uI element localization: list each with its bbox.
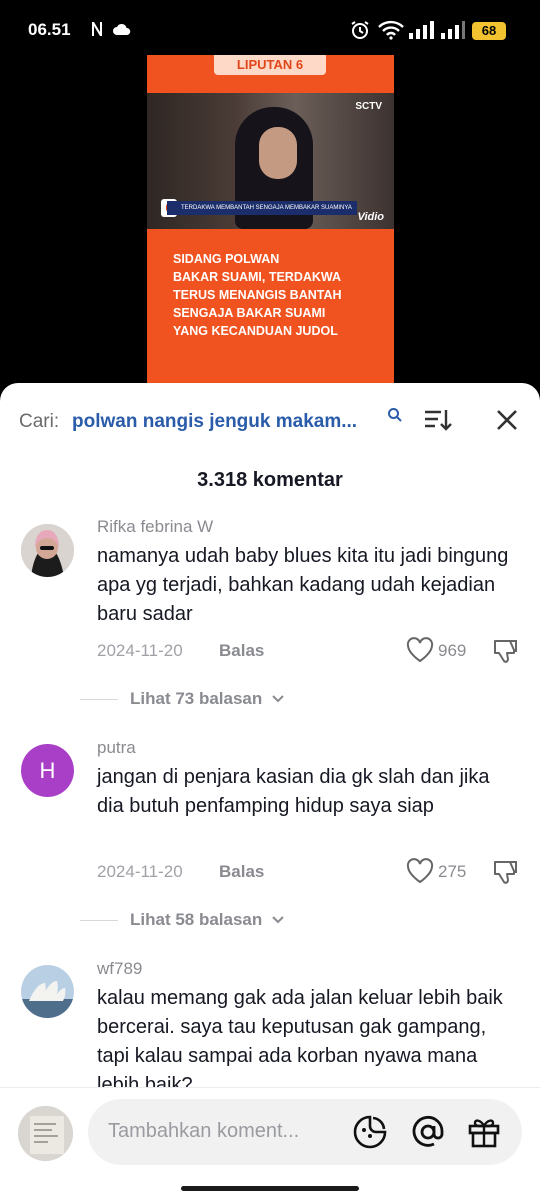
search-prefix: Cari:	[19, 411, 60, 432]
comment-sheet: Cari: polwan nangis jenguk makam... 3.31…	[0, 383, 540, 1200]
video-top-banner: LIPUTAN 6	[147, 55, 394, 93]
comment-input-placeholder: Tambahkan koment...	[108, 1120, 300, 1142]
close-icon[interactable]	[494, 407, 520, 438]
comment-item: Rifka febrina W namanya udah baby blues …	[0, 517, 540, 717]
comment-count: 3.318 komentar	[197, 469, 343, 491]
avatar[interactable]	[21, 965, 74, 1018]
mention-icon[interactable]	[410, 1114, 446, 1155]
comment-date: 2024-11-20	[97, 641, 183, 660]
comment-username[interactable]: putra	[97, 738, 136, 758]
status-time: 06.51	[28, 20, 71, 39]
battery-indicator: 68	[472, 22, 506, 40]
status-bar: 06.51 68	[0, 0, 540, 60]
search-query-link[interactable]: polwan nangis jenguk makam...	[72, 411, 388, 433]
signal-2-icon	[440, 20, 466, 45]
comment-composer: Tambahkan koment...	[0, 1087, 540, 1200]
comment-text: kalau memang gak ada jalan keluar lebih …	[97, 987, 503, 1096]
news-ticker: TERDAKWA MEMBANTAH SENGAJA MEMBAKAR SUAM…	[167, 201, 357, 215]
n-notification-icon	[90, 20, 104, 43]
view-replies-button[interactable]: Lihat 58 balasan	[80, 910, 285, 930]
home-indicator[interactable]	[181, 1186, 359, 1191]
comment-text: jangan di penjara kasian dia gk slah dan…	[97, 766, 490, 817]
comment-item: H putra jangan di penjara kasian dia gk …	[0, 738, 540, 938]
chevron-down-icon	[272, 916, 284, 924]
search-row: Cari: polwan nangis jenguk makam...	[0, 383, 540, 457]
video-headline: SIDANG POLWAN BAKAR SUAMI, TERDAKWA TERU…	[173, 252, 342, 338]
cloud-icon	[112, 22, 132, 41]
my-avatar[interactable]	[18, 1106, 73, 1161]
view-replies-label: Lihat 73 balasan	[130, 689, 263, 708]
emoji-icon[interactable]	[352, 1114, 388, 1155]
reply-button[interactable]: Balas	[219, 862, 264, 882]
vidio-watermark: Vidio	[357, 211, 384, 223]
signal-icon	[408, 20, 436, 45]
reply-button[interactable]: Balas	[219, 641, 264, 661]
sort-icon[interactable]	[423, 407, 453, 438]
comment-text: namanya udah baby blues kita itu jadi bi…	[97, 545, 509, 625]
view-replies-button[interactable]: Lihat 73 balasan	[80, 689, 285, 709]
screen: 06.51 68 LIPUTAN 6 SCTV 6 TERDA	[0, 0, 540, 1200]
liputan6-logo: LIPUTAN 6	[214, 55, 326, 75]
comment-username[interactable]: wf789	[97, 959, 142, 979]
heart-icon[interactable]	[406, 637, 434, 668]
replies-divider	[80, 699, 118, 701]
comment-item: wf789 kalau memang gak ada jalan keluar …	[0, 959, 540, 1096]
person-face	[259, 127, 297, 179]
video-photo: SCTV 6 TERDAKWA MEMBANTAH SENGAJA MEMBAK…	[147, 93, 394, 229]
video-thumbnail[interactable]: LIPUTAN 6 SCTV 6 TERDAKWA MEMBANTAH SENG…	[147, 55, 394, 390]
comment-date: 2024-11-20	[97, 862, 183, 881]
replies-divider	[80, 920, 118, 922]
dislike-icon[interactable]	[492, 858, 520, 891]
search-icon[interactable]	[387, 407, 403, 428]
wifi-icon	[378, 20, 404, 45]
comment-username[interactable]: Rifka febrina W	[97, 517, 213, 537]
comment-input[interactable]: Tambahkan koment...	[88, 1099, 522, 1165]
gift-icon[interactable]	[466, 1114, 502, 1155]
sctv-logo: SCTV	[355, 101, 382, 112]
alarm-icon	[350, 20, 370, 45]
like-count: 969	[438, 641, 467, 660]
chevron-down-icon	[272, 695, 284, 703]
dislike-icon[interactable]	[492, 637, 520, 670]
avatar[interactable]: H	[21, 744, 74, 797]
heart-icon[interactable]	[406, 858, 434, 889]
view-replies-label: Lihat 58 balasan	[130, 910, 263, 929]
avatar[interactable]	[21, 524, 74, 577]
like-count: 275	[438, 862, 467, 881]
